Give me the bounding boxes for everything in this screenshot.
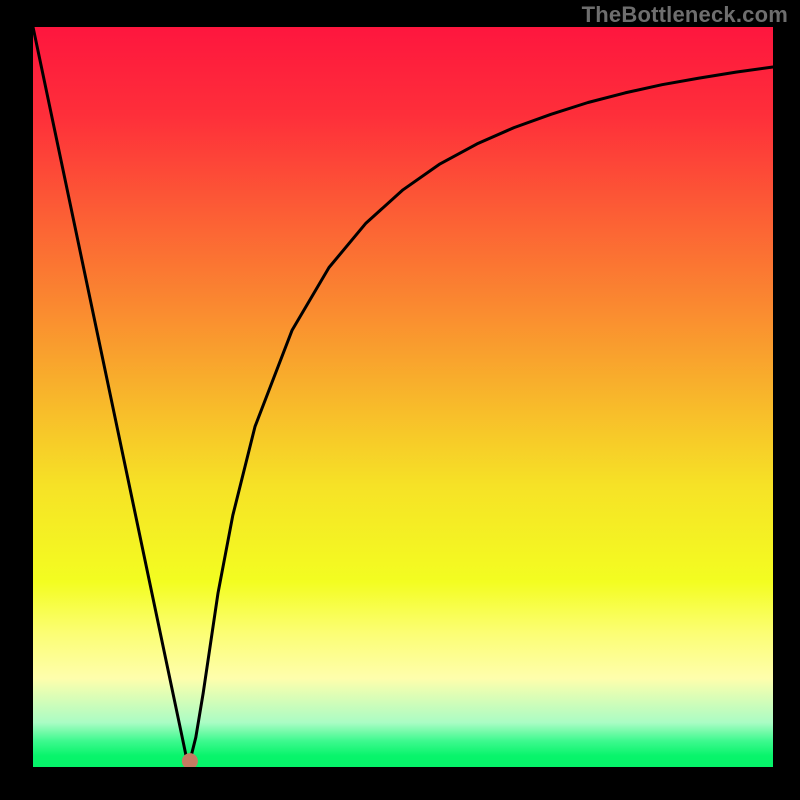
chart-svg xyxy=(33,27,773,767)
chart-background xyxy=(33,27,773,767)
watermark-text: TheBottleneck.com xyxy=(582,2,788,28)
chart-frame: TheBottleneck.com xyxy=(0,0,800,800)
plot-area xyxy=(33,27,773,767)
